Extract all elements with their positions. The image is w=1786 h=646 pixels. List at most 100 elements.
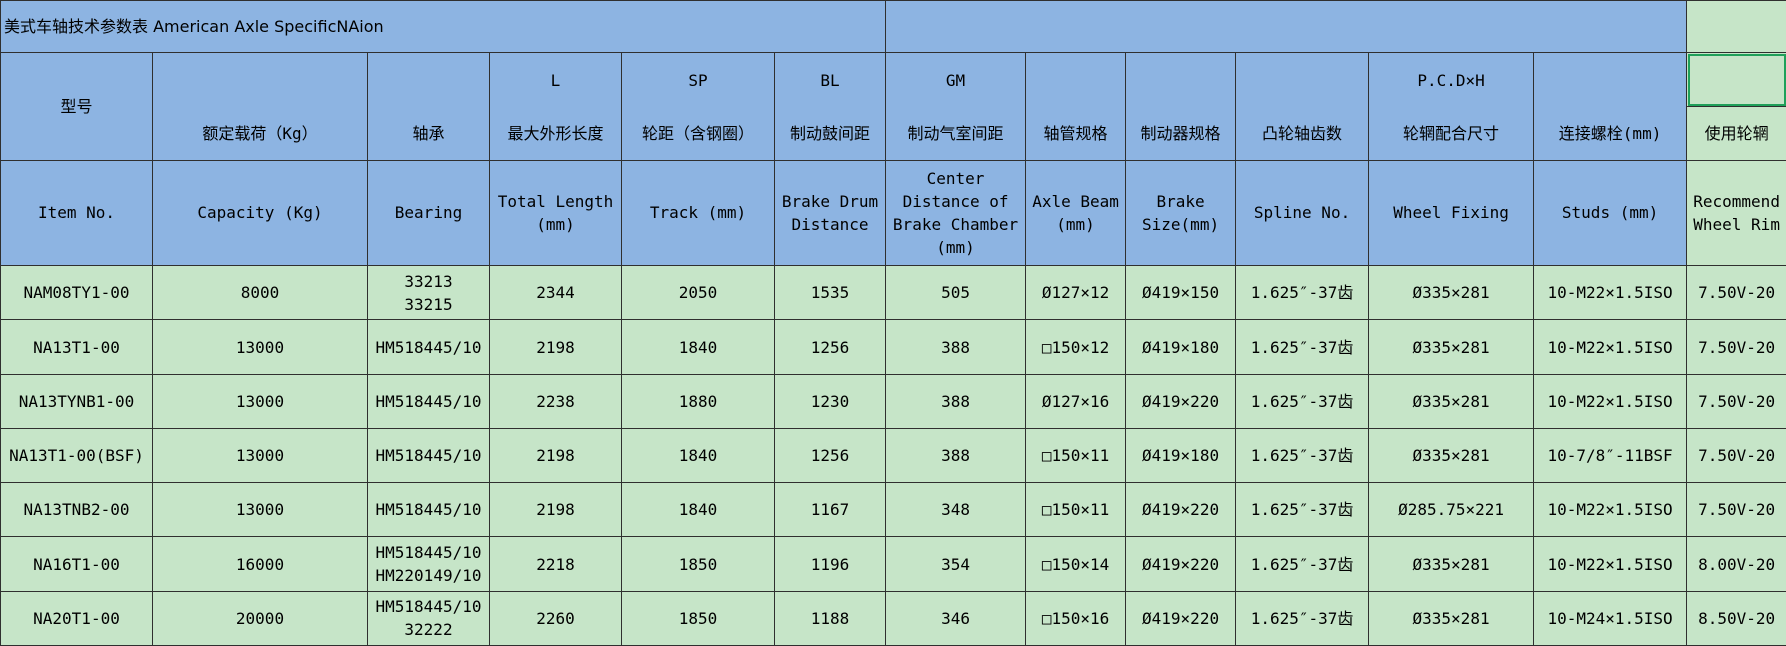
header-en-brake-size[interactable]: Brake Size(mm) — [1125, 159, 1237, 267]
cell-capacity[interactable]: 13000 — [152, 482, 368, 538]
cell-axle[interactable]: □150×14 — [1025, 536, 1127, 592]
cell-spline[interactable]: 1.625″-37齿 — [1235, 482, 1370, 538]
cell-bl[interactable]: 1256 — [773, 319, 887, 375]
cell-axle[interactable]: □150×11 — [1025, 482, 1127, 538]
cell-brake[interactable]: Ø419×180 — [1125, 319, 1237, 375]
cell-track[interactable]: 1850 — [621, 536, 775, 592]
cell-rim[interactable]: 7.50V-20 — [1686, 319, 1786, 375]
header-blank-cell[interactable] — [1025, 52, 1127, 107]
cell-spline[interactable]: 1.625″-37齿 — [1235, 590, 1370, 646]
cell-gm[interactable]: 346 — [885, 590, 1027, 646]
header-code-chamber[interactable]: GM — [885, 52, 1027, 107]
cell-wheel[interactable]: Ø335×281 — [1368, 265, 1535, 321]
cell-wheel[interactable]: Ø335×281 — [1368, 427, 1535, 484]
cell-length[interactable]: 2198 — [489, 319, 622, 375]
cell-capacity[interactable]: 16000 — [152, 536, 368, 592]
cell-bearing[interactable]: HM518445/10 — [367, 482, 490, 538]
cell-bearing[interactable]: HM518445/10 HM220149/10 — [367, 536, 490, 592]
cell-length[interactable]: 2344 — [489, 265, 622, 321]
cell-item[interactable]: NA13TYNB1-00 — [0, 373, 153, 429]
cell-length[interactable]: 2218 — [489, 536, 622, 592]
cell-bl[interactable]: 1196 — [773, 536, 887, 592]
header-cn-wheel-fixing[interactable]: 轮辋配合尺寸 — [1368, 106, 1535, 161]
cell-track[interactable]: 1880 — [621, 373, 775, 429]
header-code-length[interactable]: L — [489, 52, 622, 107]
cell-rim[interactable]: 7.50V-20 — [1686, 373, 1786, 429]
header-en-track[interactable]: Track (mm) — [621, 159, 775, 267]
header-cn-capacity[interactable]: 额定载荷（Kg） — [152, 106, 368, 161]
cell-capacity[interactable]: 13000 — [152, 427, 368, 484]
cell-track[interactable]: 1850 — [621, 590, 775, 646]
cell-studs[interactable]: 10-M22×1.5ISO — [1533, 482, 1688, 538]
cell-bl[interactable]: 1535 — [773, 265, 887, 321]
cell-studs[interactable]: 10-M24×1.5ISO — [1533, 590, 1688, 646]
cell-rim[interactable]: 8.50V-20 — [1686, 590, 1786, 646]
cell-length[interactable]: 2198 — [489, 482, 622, 538]
cell-studs[interactable]: 10-M22×1.5ISO — [1533, 373, 1688, 429]
cell-wheel[interactable]: Ø335×281 — [1368, 590, 1535, 646]
header-cn-spline[interactable]: 凸轮轴齿数 — [1235, 106, 1370, 161]
cell-rim[interactable]: 7.50V-20 — [1686, 427, 1786, 484]
header-cn-studs[interactable]: 连接螺栓(mm) — [1533, 106, 1688, 161]
cell-gm[interactable]: 505 — [885, 265, 1027, 321]
cell-gm[interactable]: 348 — [885, 482, 1027, 538]
cell-axle[interactable]: □150×12 — [1025, 319, 1127, 375]
cell-item[interactable]: NA13T1-00 — [0, 319, 153, 375]
header-code-track[interactable]: SP — [621, 52, 775, 107]
header-en-spline[interactable]: Spline No. — [1235, 159, 1370, 267]
cell-bearing[interactable]: HM518445/10 — [367, 319, 490, 375]
cell-brake[interactable]: Ø419×180 — [1125, 427, 1237, 484]
cell-wheel[interactable]: Ø335×281 — [1368, 536, 1535, 592]
header-cn-rim[interactable]: 使用轮辋 — [1686, 106, 1786, 161]
cell-brake[interactable]: Ø419×220 — [1125, 590, 1237, 646]
cell-bearing[interactable]: HM518445/10 — [367, 373, 490, 429]
title-blank-cell[interactable] — [885, 0, 1688, 54]
cell-gm[interactable]: 354 — [885, 536, 1027, 592]
header-en-axle-beam[interactable]: Axle Beam (mm) — [1025, 159, 1127, 267]
cell-bl[interactable]: 1167 — [773, 482, 887, 538]
cell-bl[interactable]: 1188 — [773, 590, 887, 646]
selected-cell[interactable] — [1686, 52, 1786, 108]
cell-studs[interactable]: 10-M22×1.5ISO — [1533, 265, 1688, 321]
cell-track[interactable]: 1840 — [621, 319, 775, 375]
empty-cell[interactable] — [1686, 0, 1786, 54]
header-en-item[interactable]: Item No. — [0, 159, 153, 267]
cell-bl[interactable]: 1256 — [773, 427, 887, 484]
cell-length[interactable]: 2238 — [489, 373, 622, 429]
header-en-brake-drum[interactable]: Brake Drum Distance — [773, 159, 887, 267]
cell-bl[interactable]: 1230 — [773, 373, 887, 429]
cell-rim[interactable]: 7.50V-20 — [1686, 482, 1786, 538]
cell-gm[interactable]: 388 — [885, 427, 1027, 484]
header-cn-brake-drum[interactable]: 制动鼓间距 — [773, 106, 887, 161]
cell-gm[interactable]: 388 — [885, 319, 1027, 375]
header-code-pcd[interactable]: P.C.D×H — [1368, 52, 1535, 107]
cell-spline[interactable]: 1.625″-37齿 — [1235, 265, 1370, 321]
cell-length[interactable]: 2260 — [489, 590, 622, 646]
cell-item[interactable]: NA13T1-00(BSF) — [0, 427, 153, 484]
header-cn-track[interactable]: 轮距（含钢圈） — [621, 106, 775, 161]
cell-studs[interactable]: 10-M22×1.5ISO — [1533, 536, 1688, 592]
cell-wheel[interactable]: Ø285.75×221 — [1368, 482, 1535, 538]
header-blank-cell[interactable] — [1235, 52, 1370, 107]
header-cn-length[interactable]: 最大外形长度 — [489, 106, 622, 161]
cell-capacity[interactable]: 13000 — [152, 373, 368, 429]
header-en-bearing[interactable]: Bearing — [367, 159, 490, 267]
cell-studs[interactable]: 10-M22×1.5ISO — [1533, 319, 1688, 375]
cell-spline[interactable]: 1.625″-37齿 — [1235, 373, 1370, 429]
header-code-brake-drum[interactable]: BL — [773, 52, 887, 107]
cell-wheel[interactable]: Ø335×281 — [1368, 373, 1535, 429]
cell-item[interactable]: NA16T1-00 — [0, 536, 153, 592]
header-blank-cell[interactable] — [1125, 52, 1237, 107]
cell-studs[interactable]: 10-7/8″-11BSF — [1533, 427, 1688, 484]
cell-length[interactable]: 2198 — [489, 427, 622, 484]
header-cn-axle-beam[interactable]: 轴管规格 — [1025, 106, 1127, 161]
cell-bearing[interactable]: 33213 33215 — [367, 265, 490, 321]
cell-spline[interactable]: 1.625″-37齿 — [1235, 427, 1370, 484]
header-cn-bearing[interactable]: 轴承 — [367, 106, 490, 161]
cell-wheel[interactable]: Ø335×281 — [1368, 319, 1535, 375]
cell-axle[interactable]: □150×11 — [1025, 427, 1127, 484]
cell-bearing[interactable]: HM518445/10 — [367, 427, 490, 484]
header-en-length[interactable]: Total Length (mm) — [489, 159, 622, 267]
cell-item[interactable]: NA20T1-00 — [0, 590, 153, 646]
header-blank-cell[interactable] — [1533, 52, 1688, 107]
